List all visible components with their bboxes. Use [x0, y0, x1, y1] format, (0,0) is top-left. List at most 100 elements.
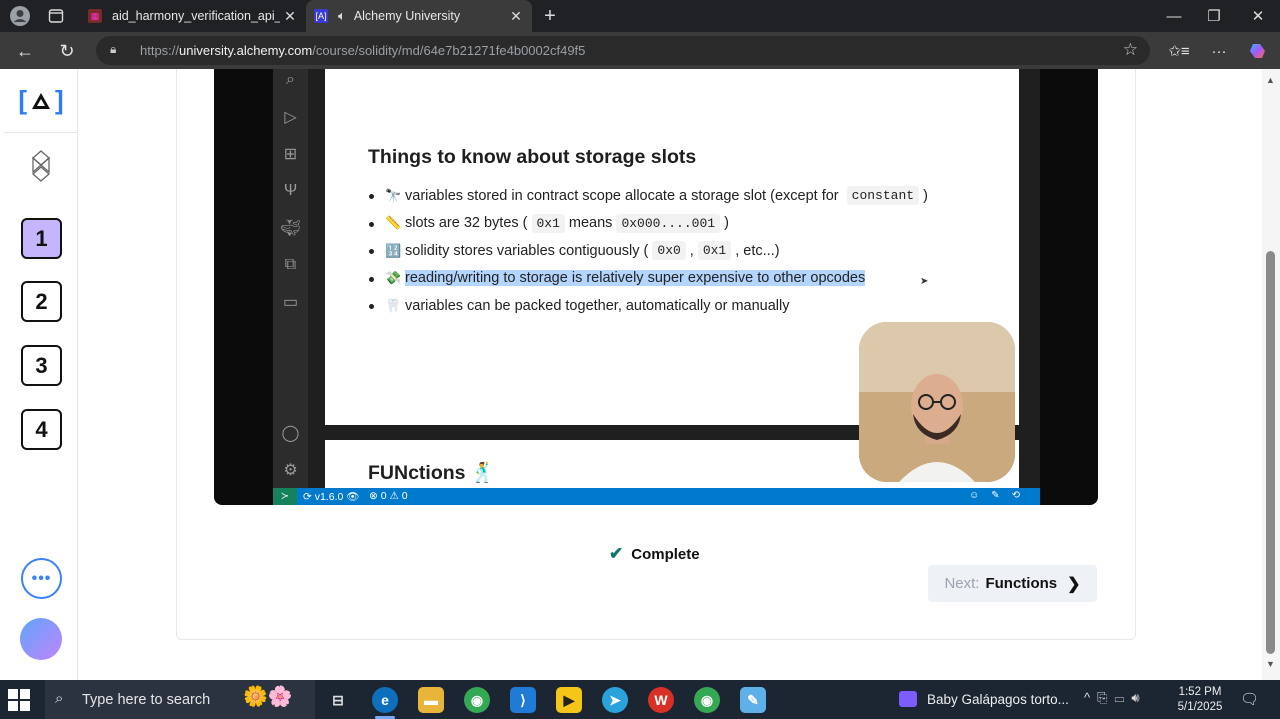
status-problems: ⊗ 0 ⚠ 0: [369, 490, 408, 502]
vscode-activity-bar: ⌕ ▷ ⊞ Ψ 🐳︎ ⧉ ▭ ◯ ⚙: [273, 69, 308, 488]
inline-code: 0x1: [531, 213, 565, 233]
back-icon[interactable]: ←: [12, 38, 38, 64]
tab-title: aid_harmony_verification_api_field: [112, 9, 280, 23]
bullet-text: ): [923, 187, 928, 204]
flowers-icon: 🌼🌸: [243, 686, 293, 708]
vscode-icon[interactable]: ⟩: [510, 687, 536, 713]
bullet-text: slots are 32 bytes (: [405, 215, 528, 232]
edge-icon[interactable]: e: [372, 687, 398, 719]
close-tab-icon[interactable]: ✕: [282, 8, 298, 24]
slide-bullet-list: 🔭 variables stored in contract scope allo…: [369, 182, 928, 320]
more-options-button[interactable]: •••: [21, 558, 62, 599]
bullet-text: solidity stores variables contiguously (: [405, 242, 649, 259]
bullet-emoji-icon: 🔭: [385, 187, 402, 203]
refresh-icon[interactable]: ↻: [54, 38, 80, 64]
lesson-video-player[interactable]: ⌕ ▷ ⊞ Ψ 🐳︎ ⧉ ▭ ◯ ⚙ Things to know about …: [214, 69, 1098, 505]
slide-bullet: 🦷 variables can be packed together, autom…: [369, 292, 928, 320]
complete-button[interactable]: ✔ Complete: [609, 544, 700, 564]
workspaces-icon[interactable]: [44, 4, 68, 28]
windows-start-icon[interactable]: [8, 689, 32, 711]
check-icon: ✔: [609, 544, 624, 563]
step-3-button[interactable]: 3: [21, 345, 62, 386]
search-placeholder: Type here to search: [82, 692, 211, 708]
scrollbar-thumb[interactable]: [1266, 251, 1275, 654]
logo-triangle-icon: [32, 92, 50, 109]
status-version: ⟳ v1.6.0 👁︎: [303, 491, 360, 503]
tab-aid-harmony[interactable]: ▦ aid_harmony_verification_api_field ✕: [80, 0, 306, 32]
alchemy-logo[interactable]: [ ]: [4, 69, 78, 133]
remote-explorer-icon: ⧉: [284, 255, 297, 273]
media-title: Baby Galápagos torto...: [927, 691, 1069, 707]
url-text[interactable]: https://university.alchemy.com/course/so…: [140, 43, 585, 58]
scroll-up-icon[interactable]: ▲: [1266, 75, 1275, 85]
notification-icon[interactable]: 🗨︎: [1240, 690, 1259, 708]
speaker-icon[interactable]: 🔈︎: [338, 8, 346, 24]
tab-title: Alchemy University: [353, 9, 461, 23]
new-tab-button[interactable]: +: [538, 4, 562, 28]
step-2-button[interactable]: 2: [21, 281, 62, 322]
logo-bracket-right: ]: [55, 85, 64, 115]
step-4-button[interactable]: 4: [21, 409, 62, 450]
bullet-text: means: [568, 215, 613, 232]
windows-taskbar: ⌕ Type here to search 🌼🌸 ⊟ e ▬ ◉ ⟩ ▶ ➤ W…: [0, 680, 1280, 719]
slide-title: Things to know about storage slots: [368, 146, 697, 168]
favorite-star-icon[interactable]: ☆: [1123, 40, 1138, 60]
next-lesson-button[interactable]: Next: Functions ❯: [928, 565, 1097, 602]
close-tab-icon[interactable]: ✕: [508, 8, 524, 24]
chrome-icon[interactable]: ◉: [464, 687, 490, 713]
favorites-icon[interactable]: ✩≡: [1166, 38, 1192, 64]
bullet-emoji-icon: 📏: [385, 215, 402, 231]
bullet-text: ): [724, 215, 729, 232]
next-slide-title: FUNctions 🕺: [368, 462, 496, 484]
bullet-emoji-icon: 🔢: [385, 242, 402, 258]
minimize-icon[interactable]: —: [1152, 0, 1196, 32]
mouse-cursor-icon: ➤: [920, 276, 929, 287]
step-1-button[interactable]: 1: [21, 218, 62, 259]
page-scrollbar[interactable]: ▲ ▼: [1262, 69, 1280, 680]
lesson-sidebar: [ ] 1 2 3 4 •••: [4, 69, 78, 680]
media-play-icon: [899, 691, 917, 707]
remote-icon: ≻: [273, 488, 297, 505]
clock-date: 5/1/2025: [1177, 701, 1223, 713]
inline-code: constant: [846, 186, 920, 206]
wps-office-icon[interactable]: W: [648, 687, 674, 713]
search-icon: ⌕: [55, 690, 64, 707]
media-widget[interactable]: Baby Galápagos torto...: [899, 691, 1069, 707]
file-explorer-icon[interactable]: ▬: [418, 687, 444, 713]
inline-code: 0x000....001: [616, 213, 721, 233]
search-icon: ⌕: [286, 70, 295, 88]
task-view-icon[interactable]: ⊟: [325, 687, 351, 713]
player-icon[interactable]: ▶: [556, 687, 582, 713]
next-prefix: Next:: [944, 575, 980, 592]
page-content: [ ] 1 2 3 4 ••• ⌕ ▷ ⊞ Ψ 🐳︎ ⧉ ▭ ◯ ⚙ Thing…: [0, 69, 1280, 680]
chrome-profile-icon[interactable]: ◉: [694, 687, 720, 713]
telegram-icon[interactable]: ➤: [602, 687, 628, 713]
panel-icon: ▭: [282, 293, 299, 311]
bullet-emoji-icon: 💸: [385, 270, 402, 286]
inline-code: 0x0: [652, 241, 686, 261]
bullet-text: , etc...): [735, 242, 780, 259]
bullet-text: variables stored in contract scope alloc…: [405, 187, 843, 204]
more-options-icon[interactable]: ···: [1206, 38, 1232, 64]
avatar[interactable]: [20, 618, 62, 660]
profile-icon[interactable]: [8, 4, 32, 28]
settings-gear-icon: ⚙: [283, 461, 298, 479]
slide-bullet: 🔢 solidity stores variables contiguously …: [369, 237, 928, 265]
taskbar-search-input[interactable]: ⌕ Type here to search 🌼🌸: [45, 680, 315, 719]
slide-bullet: 💸 reading/writing to storage is relativel…: [369, 265, 928, 293]
system-tray-icons[interactable]: ^⎘▭🔊︎: [1084, 690, 1147, 706]
url-field[interactable]: 🔒︎ https://university.alchemy.com/course…: [96, 36, 1150, 65]
close-window-icon[interactable]: ✕: [1236, 0, 1280, 32]
logo-bracket-left: [: [18, 85, 27, 115]
scroll-down-icon[interactable]: ▼: [1266, 659, 1275, 669]
account-icon: ◯: [281, 424, 300, 442]
solidity-icon: [4, 133, 78, 199]
restore-icon[interactable]: ❐: [1192, 0, 1236, 32]
alchemy-favicon-icon: [A]: [314, 9, 328, 23]
notepad-icon[interactable]: ✎: [740, 687, 766, 713]
taskbar-clock[interactable]: 1:52 PM 5/1/2025: [1168, 685, 1232, 715]
copilot-icon[interactable]: [1246, 38, 1272, 64]
chevron-right-icon: ❯: [1067, 575, 1081, 593]
tab-alchemy-university[interactable]: [A] 🔈︎ Alchemy University ✕: [306, 0, 532, 32]
lock-icon[interactable]: 🔒︎: [110, 42, 116, 57]
